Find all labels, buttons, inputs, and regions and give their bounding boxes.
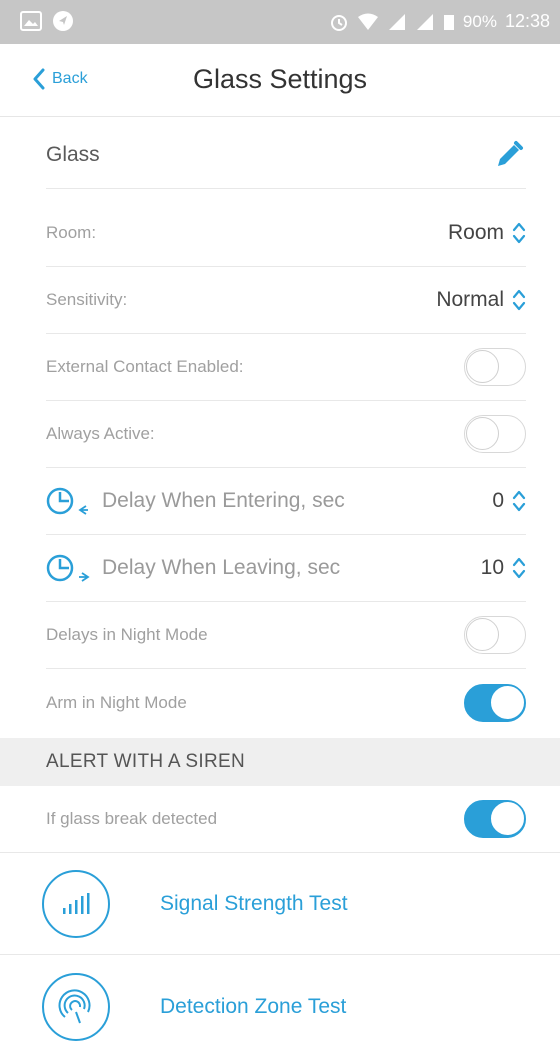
room-select[interactable]: Room xyxy=(448,221,526,245)
external-contact-row: External Contact Enabled: xyxy=(46,334,526,401)
delay-leaving-select[interactable]: 10 xyxy=(481,556,526,580)
delays-night-row: Delays in Night Mode xyxy=(46,602,526,669)
room-label: Room: xyxy=(46,223,97,242)
battery-icon xyxy=(443,14,454,30)
glass-break-toggle[interactable] xyxy=(464,800,526,838)
page-title: Glass Settings xyxy=(192,64,368,94)
delays-night-label: Delays in Night Mode xyxy=(46,625,208,644)
updown-chevron-icon xyxy=(512,490,526,512)
toggle-knob xyxy=(466,618,499,651)
location-notification-icon xyxy=(53,11,73,31)
delay-leaving-label: Delay When Leaving, sec xyxy=(102,556,341,579)
device-name: Glass xyxy=(46,143,100,166)
arm-night-row: Arm in Night Mode xyxy=(46,669,526,736)
delay-leaving-value: 10 xyxy=(480,556,504,579)
always-active-row: Always Active: xyxy=(46,401,526,468)
clock-entering-icon xyxy=(46,487,88,515)
delay-entering-select[interactable]: 0 xyxy=(492,489,526,513)
glass-break-row: If glass break detected xyxy=(0,786,560,853)
signal-icon-2 xyxy=(416,13,433,30)
delay-leaving-row[interactable]: Delay When Leaving, sec 10 xyxy=(46,535,526,602)
signal-strength-test-label: Signal Strength Test xyxy=(160,891,348,915)
always-active-toggle[interactable] xyxy=(464,415,526,453)
updown-chevron-icon xyxy=(512,222,526,244)
external-contact-toggle[interactable] xyxy=(464,348,526,386)
glass-break-label: If glass break detected xyxy=(46,809,218,828)
detection-zone-test-button[interactable]: Detection Zone Test xyxy=(0,956,560,1058)
updown-chevron-icon xyxy=(512,557,526,579)
detection-zone-test-label: Detection Zone Test xyxy=(160,995,347,1018)
device-name-row: Glass xyxy=(46,122,526,189)
status-bar: 90% 12:38 xyxy=(0,0,560,44)
sensitivity-value: Normal xyxy=(436,288,504,311)
signal-icon xyxy=(388,13,405,30)
delay-entering-row[interactable]: Delay When Entering, sec 0 xyxy=(46,468,526,535)
delay-entering-label: Delay When Entering, sec xyxy=(102,489,345,512)
sensitivity-select[interactable]: Normal xyxy=(436,288,526,312)
always-active-label: Always Active: xyxy=(46,424,155,443)
toggle-knob xyxy=(491,802,524,835)
toggle-knob xyxy=(466,350,499,383)
pencil-edit-icon[interactable] xyxy=(494,140,524,170)
siren-section-header: ALERT WITH A SIREN xyxy=(0,738,560,786)
nav-bar: Back Glass Settings xyxy=(0,44,560,117)
clock: 12:38 xyxy=(504,11,550,31)
arm-night-label: Arm in Night Mode xyxy=(46,692,187,712)
signal-bars-icon xyxy=(42,870,110,938)
sensitivity-row[interactable]: Sensitivity: Normal xyxy=(46,267,526,334)
toggle-knob xyxy=(466,417,499,450)
arm-night-toggle[interactable] xyxy=(464,683,526,722)
section-title: ALERT WITH A SIREN xyxy=(46,751,245,772)
alarm-clock-icon xyxy=(330,14,347,31)
room-value: Room xyxy=(447,221,504,244)
updown-chevron-icon xyxy=(512,289,526,311)
wifi-icon xyxy=(357,13,378,30)
gallery-notification-icon xyxy=(20,11,42,31)
toggle-knob xyxy=(491,685,524,719)
signal-strength-test-button[interactable]: Signal Strength Test xyxy=(0,853,560,955)
external-contact-label: External Contact Enabled: xyxy=(46,357,244,376)
clock-leaving-icon xyxy=(46,554,90,582)
battery-percent: 90% xyxy=(462,11,497,31)
room-row[interactable]: Room: Room xyxy=(46,200,526,267)
sensitivity-label: Sensitivity: xyxy=(46,290,128,309)
delays-night-toggle[interactable] xyxy=(464,616,526,654)
delay-entering-value: 0 xyxy=(492,489,504,512)
detection-zone-icon xyxy=(42,973,110,1041)
